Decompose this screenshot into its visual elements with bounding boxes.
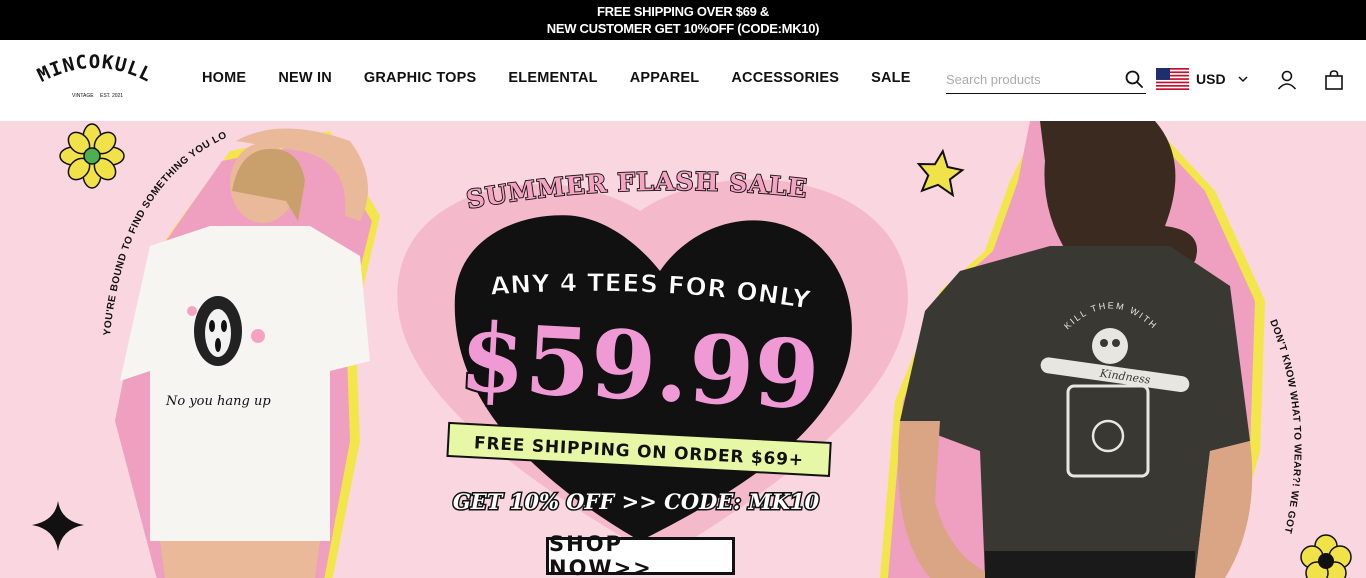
price: $59.99 <box>457 303 822 432</box>
cart-icon[interactable] <box>1322 68 1346 92</box>
nav-new-in[interactable]: NEW IN <box>278 70 332 86</box>
logo[interactable]: MINCOKULL VINTAGE EST. 2021 <box>20 50 170 112</box>
nav-sale[interactable]: SALE <box>871 70 910 86</box>
main-nav: HOME NEW IN GRAPHIC TOPS ELEMENTAL APPAR… <box>202 70 943 86</box>
shop-now-button[interactable]: SHOP NOW>> <box>546 532 735 578</box>
chevron-down-icon <box>1238 76 1248 83</box>
hero-headline: SUMMER FLASH SALE ANY 4 TEES FOR ONLY $5… <box>446 166 832 516</box>
nav-elemental[interactable]: ELEMENTAL <box>508 70 597 86</box>
hero-banner[interactable]: No you hang up YOU'RE BOUND TO FIND SOME… <box>0 121 1366 578</box>
site-header: MINCOKULL VINTAGE EST. 2021 HOME NEW IN … <box>0 40 1366 121</box>
announcement-line-1: FREE SHIPPING OVER $69 & <box>597 4 769 19</box>
announcement-bar: FREE SHIPPING OVER $69 & NEW CUSTOMER GE… <box>0 0 1366 40</box>
search-bar <box>946 66 1146 94</box>
nav-home[interactable]: HOME <box>202 70 246 86</box>
search-input[interactable] <box>946 66 1116 92</box>
announcement-line-2: NEW CUSTOMER GET 10%OFF (CODE:MK10) <box>546 21 820 36</box>
currency-selector[interactable]: USD <box>1156 68 1249 90</box>
logo-sub-left: VINTAGE <box>72 93 94 99</box>
logo-text: MINCOKULL <box>34 51 155 87</box>
svg-text:SUMMER FLASH SALE: SUMMER FLASH SALE <box>464 167 809 215</box>
nav-graphic-tops[interactable]: GRAPHIC TOPS <box>364 70 477 86</box>
search-icon[interactable] <box>1124 69 1144 89</box>
svg-text:MINCOKULL: MINCOKULL <box>34 51 156 87</box>
nav-apparel[interactable]: APPAREL <box>630 70 700 86</box>
us-flag-icon <box>1156 68 1189 90</box>
code-line: GET 10% OFF >> CODE: MK10 <box>453 489 820 514</box>
nav-accessories[interactable]: ACCESSORIES <box>731 70 839 86</box>
logo-sub-right: EST. 2021 <box>100 93 123 99</box>
account-icon[interactable] <box>1275 68 1299 92</box>
currency-code: USD <box>1196 71 1226 87</box>
sale-title: SUMMER FLASH SALE <box>463 166 809 215</box>
